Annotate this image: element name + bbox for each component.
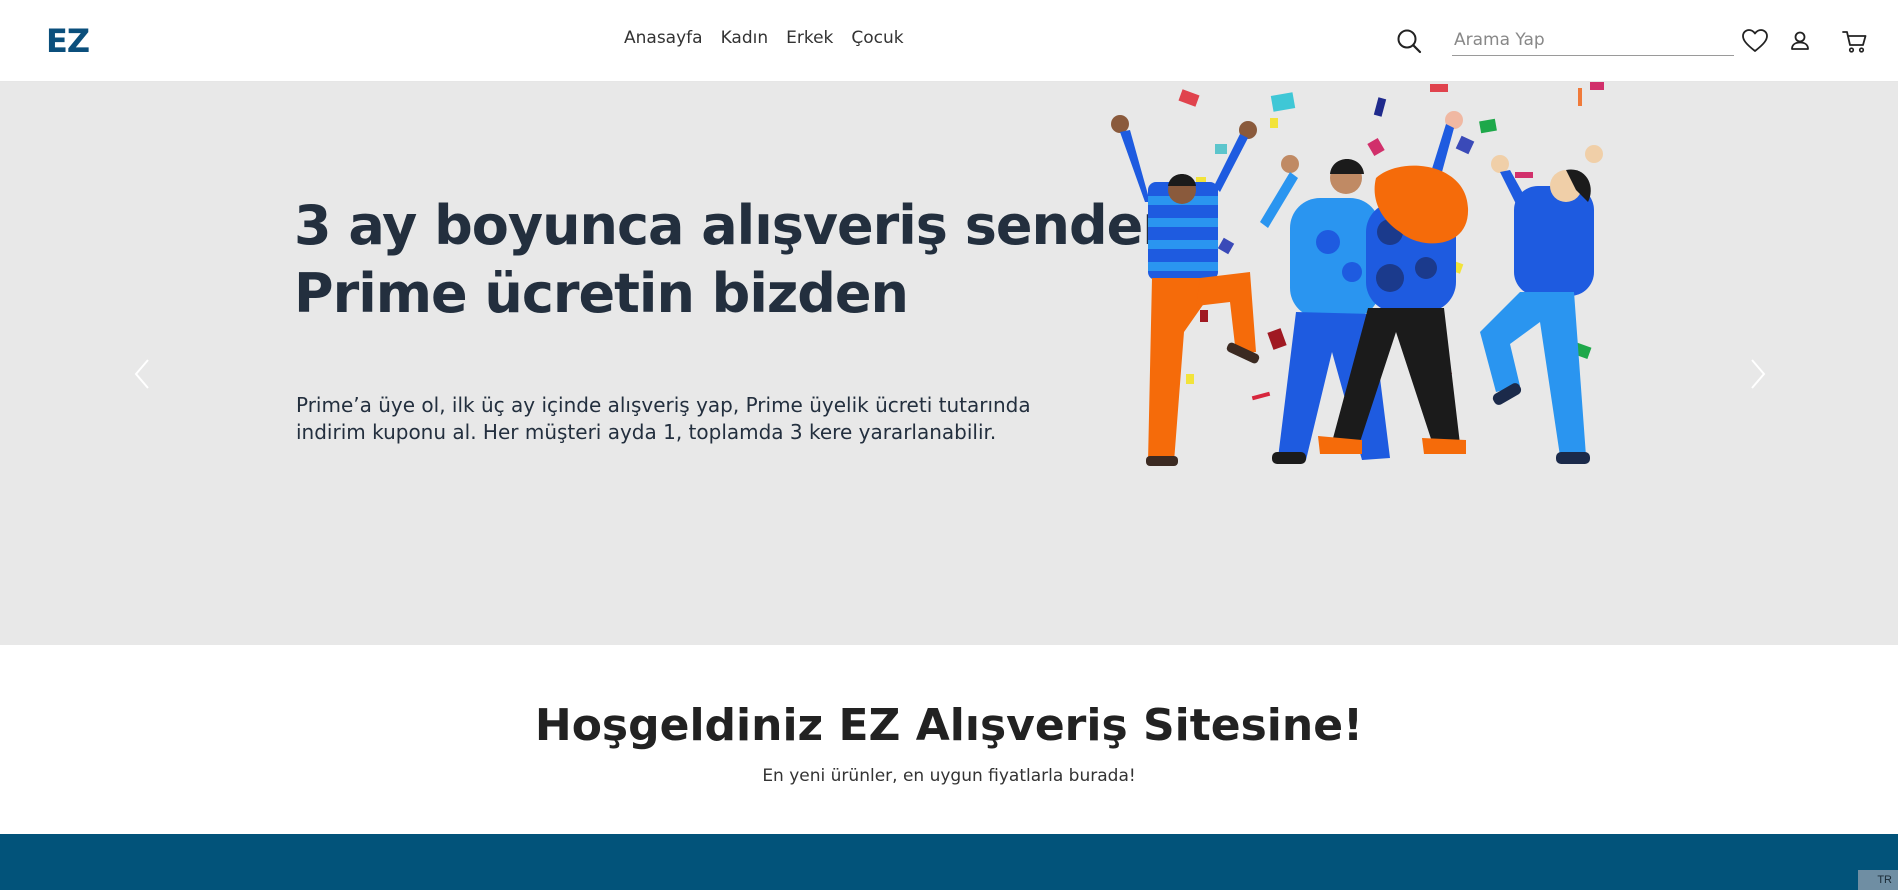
footer-band: TR (0, 834, 1898, 890)
chevron-right-icon[interactable] (1742, 344, 1772, 404)
hero-description-line-1: Prime’a üye ol, ilk üç ay içinde alışver… (296, 393, 1031, 417)
site-header: EZ Anasayfa Kadın Erkek Çocuk (0, 0, 1898, 82)
chevron-left-icon[interactable] (128, 344, 158, 404)
dancing-people-illustration (1111, 82, 1604, 466)
hero-title-line-1: 3 ay boyunca alışveriş senden, (294, 194, 1200, 257)
welcome-title: Hoşgeldiniz EZ Alışveriş Sitesine! (534, 700, 1364, 751)
nav-item-cocuk[interactable]: Çocuk (851, 28, 903, 48)
nav-item-anasayfa[interactable]: Anasayfa (624, 28, 703, 48)
heart-icon[interactable] (1740, 26, 1770, 56)
search-input[interactable] (1452, 24, 1734, 56)
hero-description-line-2: indirim kuponu al. Her müşteri ayda 1, t… (296, 420, 997, 444)
search-icon[interactable] (1394, 26, 1424, 56)
hero-title: 3 ay boyunca alışveriş senden, Prime ücr… (294, 192, 1200, 328)
welcome-subtitle: En yeni ürünler, en uygun fiyatlarla bur… (762, 766, 1136, 786)
cart-icon[interactable] (1840, 26, 1870, 56)
main-nav: Anasayfa Kadın Erkek Çocuk (624, 28, 904, 48)
nav-item-erkek[interactable]: Erkek (786, 28, 833, 48)
language-badge[interactable]: TR (1858, 870, 1898, 890)
hero-title-line-2: Prime ücretin bizden (294, 262, 909, 325)
hero-carousel: 3 ay boyunca alışveriş senden, Prime ücr… (0, 82, 1898, 645)
nav-item-kadin[interactable]: Kadın (721, 28, 769, 48)
user-icon[interactable] (1785, 26, 1815, 56)
site-logo[interactable]: EZ (46, 22, 90, 60)
hero-description: Prime’a üye ol, ilk üç ay içinde alışver… (296, 392, 1076, 446)
